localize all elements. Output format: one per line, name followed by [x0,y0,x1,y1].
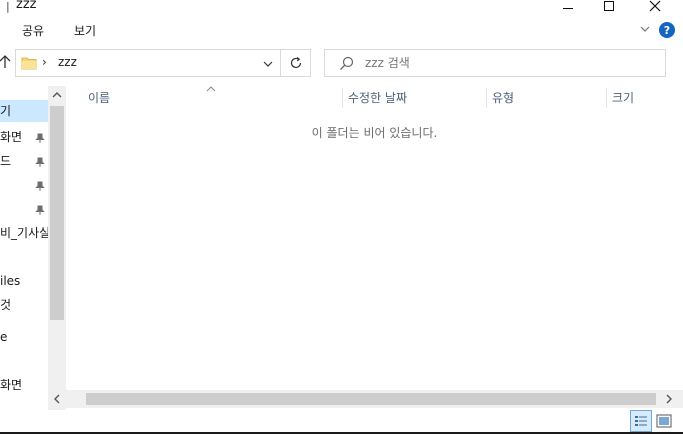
chevron-down-icon[interactable] [638,22,652,36]
nav-item[interactable]: 비_기사실: [0,222,48,244]
large-icons-view-icon [656,414,672,428]
minimize-button[interactable] [545,0,591,14]
column-divider[interactable] [342,88,343,108]
tab-view[interactable]: 보기 [74,22,96,39]
help-icon[interactable]: ? [659,22,675,38]
title-separator: | [6,0,10,13]
ribbon: 공유 보기 ? [0,16,683,44]
nav-item-label: 화면 [0,378,23,392]
pin-icon[interactable] [34,156,46,168]
close-icon [649,0,661,12]
search-input[interactable] [365,54,655,72]
pin-icon[interactable] [34,132,46,144]
navigation-bar: › zzz [0,46,683,80]
nav-item-label: e [0,330,8,344]
sort-ascending-icon [206,86,216,92]
chevron-up-icon[interactable] [51,90,63,100]
maximize-icon [604,1,614,11]
nav-item[interactable] [0,246,48,268]
chevron-left-icon[interactable] [52,394,62,404]
minimize-icon [563,7,573,9]
close-button[interactable] [632,0,678,14]
address-bar[interactable]: › zzz [15,49,281,77]
nav-item-label: 드 [0,154,12,168]
refresh-button[interactable] [281,49,311,77]
status-bar [0,408,683,434]
chevron-down-icon[interactable] [262,58,274,70]
nav-item[interactable]: 기 [0,100,48,122]
refresh-icon [290,57,301,69]
nav-item-label: 기 [0,104,12,118]
pin-icon[interactable] [34,204,46,216]
large-icons-view-button[interactable] [655,413,673,429]
breadcrumb-folder[interactable]: zzz [58,55,77,69]
chevron-right-icon[interactable] [664,394,674,404]
window-title: zzz [16,0,37,12]
nav-item[interactable]: e [0,326,48,348]
nav-item[interactable] [0,348,48,370]
file-list-pane: 이름 수정한 날짜 유형 크기 이 폴더는 비어 있습니다. [66,86,683,410]
folder-icon [21,57,37,70]
nav-item-label: 것 [0,298,12,312]
column-header-date[interactable]: 수정한 날짜 [348,86,407,110]
nav-item-label: 비_기사실: [0,226,48,240]
nav-item-label: 화면 [0,130,23,144]
horizontal-scrollbar[interactable] [48,390,683,408]
up-arrow-icon[interactable] [0,54,12,70]
column-header-type[interactable]: 유형 [492,86,514,110]
tab-share[interactable]: 공유 [22,22,44,39]
nav-item-label: iles [0,274,21,288]
search-icon [340,56,354,70]
details-view-icon [635,416,647,426]
title-bar: | zzz [0,0,683,14]
search-box[interactable] [324,49,666,77]
breadcrumb-separator: › [42,55,47,69]
column-header-name[interactable]: 이름 [88,86,110,110]
scrollbar-thumb[interactable] [50,106,64,320]
column-header-size[interactable]: 크기 [612,86,634,110]
nav-item[interactable]: 것 [0,294,48,316]
column-divider[interactable] [486,88,487,108]
empty-folder-message: 이 폴더는 비어 있습니다. [311,126,438,140]
navigation-pane: 기 화면 드 비_기사실: iles 것 e 화면 [0,86,66,410]
scrollbar-thumb[interactable] [86,393,656,405]
nav-item[interactable]: iles [0,270,48,292]
nav-item[interactable]: 화면 [0,374,48,396]
pin-icon[interactable] [34,180,46,192]
maximize-button[interactable] [586,0,632,14]
column-divider[interactable] [606,88,607,108]
details-view-button[interactable] [630,410,652,432]
nav-scrollbar[interactable] [48,86,66,410]
